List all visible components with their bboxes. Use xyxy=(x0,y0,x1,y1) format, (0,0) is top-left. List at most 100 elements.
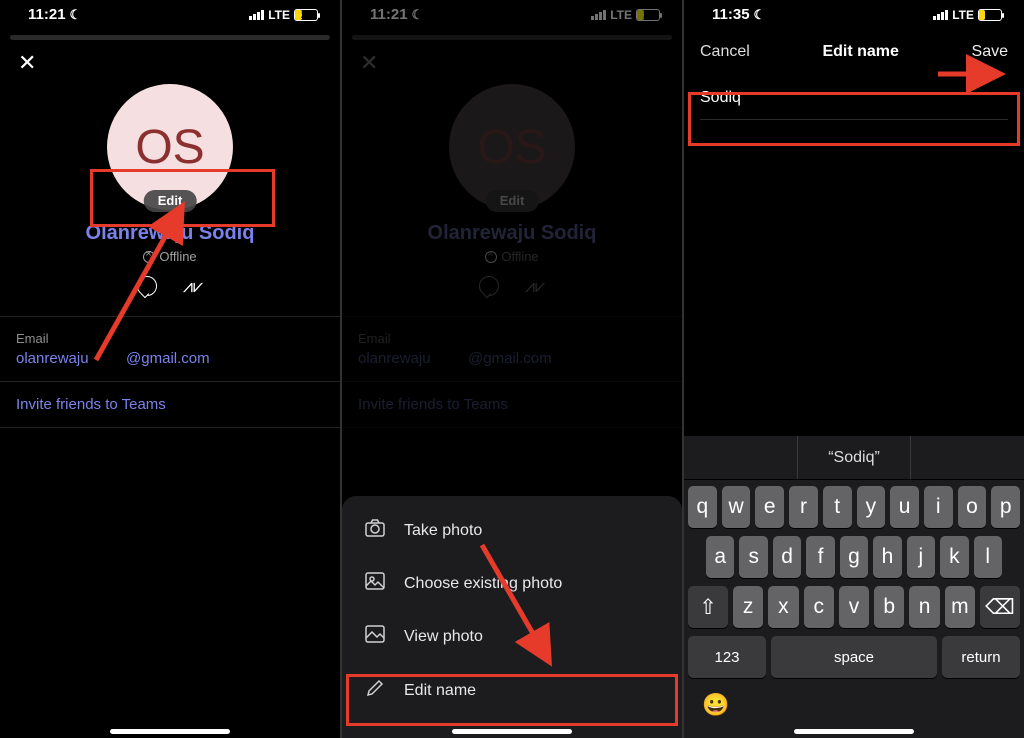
sheet-item-label: Edit name xyxy=(404,682,476,700)
return-key[interactable]: return xyxy=(942,636,1020,678)
key-b[interactable]: b xyxy=(874,586,904,628)
status-network: LTE xyxy=(952,8,974,22)
chat-icon xyxy=(479,276,499,296)
numbers-key[interactable]: 123 xyxy=(688,636,766,678)
key-n[interactable]: n xyxy=(909,586,939,628)
take-photo-option[interactable]: Take photo xyxy=(342,504,682,557)
sheet-item-label: View photo xyxy=(404,628,483,646)
key-z[interactable]: z xyxy=(733,586,763,628)
invite-friends-link: Invite friends to Teams xyxy=(342,381,682,428)
sheet-item-label: Take photo xyxy=(404,522,482,540)
presence-label: Offline xyxy=(501,249,538,264)
keyboard-suggestions[interactable]: “Sodiq” xyxy=(684,436,1024,480)
cancel-button[interactable]: Cancel xyxy=(700,43,750,61)
battery-icon: 29 xyxy=(636,9,660,21)
image-icon xyxy=(364,572,386,595)
key-m[interactable]: m xyxy=(945,586,975,628)
emoji-key[interactable]: 😀 xyxy=(702,692,729,717)
key-h[interactable]: h xyxy=(873,536,901,578)
key-q[interactable]: q xyxy=(688,486,717,528)
key-d[interactable]: d xyxy=(773,536,801,578)
key-k[interactable]: k xyxy=(940,536,968,578)
key-r[interactable]: r xyxy=(789,486,818,528)
display-name: Olanrewaju Sodiq xyxy=(342,222,682,245)
status-bar: 11:21 ☾ LTE 29 xyxy=(342,0,682,25)
status-network: LTE xyxy=(610,8,632,22)
keyboard-row-1: qwertyuiop xyxy=(688,486,1020,528)
avatar-initials: OS xyxy=(477,120,546,175)
keyboard: “Sodiq” qwertyuiop asdfghjkl ⇧ zxcvbnm ⌫… xyxy=(684,436,1024,738)
status-time: 11:35 xyxy=(712,6,750,23)
home-indicator[interactable] xyxy=(794,729,914,734)
screen-action-sheet: 11:21 ☾ LTE 29 ✕ OS Edit Olanrewaju Sodi… xyxy=(342,0,682,738)
name-input[interactable] xyxy=(700,77,1008,120)
pencil-icon xyxy=(364,678,386,703)
home-indicator[interactable] xyxy=(452,729,572,734)
close-button[interactable]: ✕ xyxy=(0,40,340,76)
dnd-moon-icon: ☾ xyxy=(754,7,766,23)
activity-icon[interactable]: ⩘⩗ xyxy=(183,276,203,296)
offline-icon xyxy=(143,251,155,263)
camera-icon xyxy=(364,519,386,542)
presence-row[interactable]: Offline xyxy=(0,249,340,264)
action-sheet: Take photo Choose existing photo View ph… xyxy=(342,496,682,738)
profile-header: OS Edit Olanrewaju Sodiq Offline ⩘⩗ xyxy=(342,84,682,296)
space-key[interactable]: space xyxy=(771,636,937,678)
profile-header: OS Edit Olanrewaju Sodiq Offline ⩘⩗ xyxy=(0,76,340,296)
key-g[interactable]: g xyxy=(840,536,868,578)
key-s[interactable]: s xyxy=(739,536,767,578)
backspace-key[interactable]: ⌫ xyxy=(980,586,1020,628)
email-section: Email olanrewajuxxxxx@gmail.com xyxy=(342,316,682,381)
key-t[interactable]: t xyxy=(823,486,852,528)
keyboard-row-2: asdfghjkl xyxy=(688,536,1020,578)
status-time: 11:21 xyxy=(370,6,408,23)
avatar[interactable]: OS Edit xyxy=(107,84,233,210)
avatar-initials: OS xyxy=(135,120,204,175)
key-j[interactable]: j xyxy=(907,536,935,578)
edit-name-option[interactable]: Edit name xyxy=(342,663,682,718)
battery-icon: 27 xyxy=(978,9,1002,21)
key-p[interactable]: p xyxy=(991,486,1020,528)
key-u[interactable]: u xyxy=(890,486,919,528)
signal-icon xyxy=(249,10,264,20)
status-bar: 11:35 ☾ LTE 27 xyxy=(684,0,1024,25)
signal-icon xyxy=(933,10,948,20)
battery-icon: 29 xyxy=(294,9,318,21)
email-label: Email xyxy=(358,331,666,346)
key-f[interactable]: f xyxy=(806,536,834,578)
email-value[interactable]: olanrewajuxxxxx@gmail.com xyxy=(16,350,324,367)
status-network: LTE xyxy=(268,8,290,22)
key-v[interactable]: v xyxy=(839,586,869,628)
display-name[interactable]: Olanrewaju Sodiq xyxy=(0,222,340,245)
keyboard-row-4: 123 space return xyxy=(688,636,1020,678)
dnd-moon-icon: ☾ xyxy=(70,7,82,23)
save-button[interactable]: Save xyxy=(972,43,1008,61)
email-label: Email xyxy=(16,331,324,346)
key-x[interactable]: x xyxy=(768,586,798,628)
key-c[interactable]: c xyxy=(804,586,834,628)
key-y[interactable]: y xyxy=(857,486,886,528)
avatar: OS Edit xyxy=(449,84,575,210)
view-photo-option[interactable]: View photo xyxy=(342,610,682,663)
key-a[interactable]: a xyxy=(706,536,734,578)
key-o[interactable]: o xyxy=(958,486,987,528)
shift-key[interactable]: ⇧ xyxy=(688,586,728,628)
edit-avatar-button[interactable]: Edit xyxy=(144,190,197,212)
home-indicator[interactable] xyxy=(110,729,230,734)
presence-row: Offline xyxy=(342,249,682,264)
email-section: Email olanrewajuxxxxx@gmail.com xyxy=(0,316,340,381)
invite-friends-link[interactable]: Invite friends to Teams xyxy=(0,381,340,428)
key-w[interactable]: w xyxy=(722,486,751,528)
choose-photo-option[interactable]: Choose existing photo xyxy=(342,557,682,610)
page-title: Edit name xyxy=(822,43,898,61)
edit-name-navbar: Cancel Edit name Save xyxy=(684,25,1024,71)
key-i[interactable]: i xyxy=(924,486,953,528)
suggestion[interactable]: “Sodiq” xyxy=(798,436,912,479)
key-e[interactable]: e xyxy=(755,486,784,528)
close-button: ✕ xyxy=(342,40,682,76)
chat-icon[interactable] xyxy=(137,276,157,296)
key-l[interactable]: l xyxy=(974,536,1002,578)
image-icon xyxy=(364,625,386,648)
dnd-moon-icon: ☾ xyxy=(412,7,424,23)
email-value: olanrewajuxxxxx@gmail.com xyxy=(358,350,666,367)
